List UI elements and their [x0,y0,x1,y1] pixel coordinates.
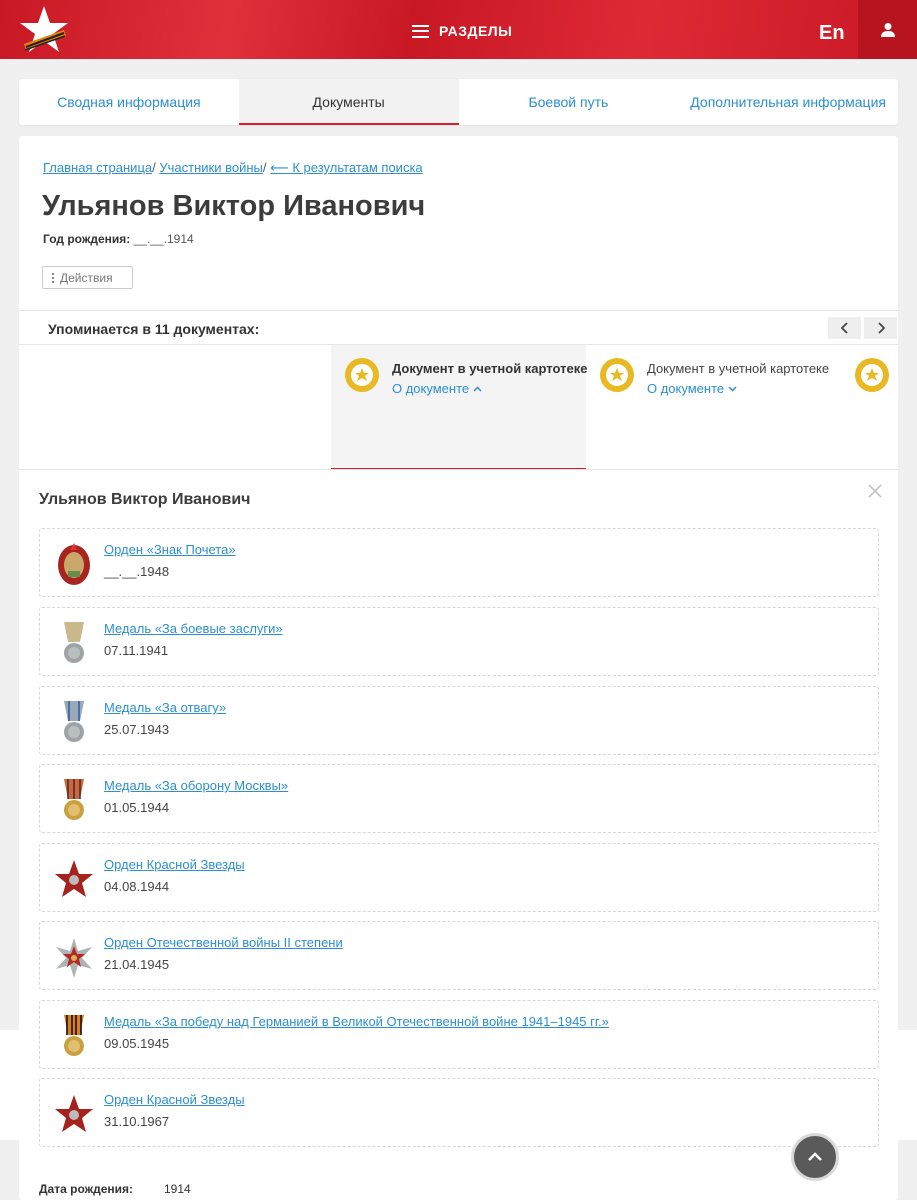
award-date: 09.05.1945 [104,1036,170,1051]
award-item: Медаль «За боевые заслуги» 07.11.1941 [39,607,879,676]
star-medal-icon [855,358,889,392]
award-item: Медаль «За оборону Москвы» 01.05.1944 [39,764,879,833]
star-medal-icon [600,358,634,392]
sections-menu-label: РАЗДЕЛЫ [439,23,513,39]
award-date: 21.04.1945 [104,957,170,972]
award-item: Медаль «За отвагу» 25.07.1943 [39,686,879,755]
back-to-results-link[interactable]: ⟵ К результатам поиска [270,160,423,175]
actions-label: Действия [60,270,113,285]
birth-date-label: Дата рождения: [39,1182,134,1196]
section-tabs: Сводная информация Документы Боевой путь… [19,79,898,125]
star-medal-icon [345,358,379,392]
user-icon [880,22,895,37]
prev-documents-button[interactable] [828,317,861,339]
award-title-link[interactable]: Орден Отечественной войны II степени [104,935,343,950]
combat-merit-medal-icon [64,622,84,663]
chevron-down-icon [728,385,737,392]
language-switch[interactable]: En [819,22,845,45]
birth-year-label: Год рождения: [43,232,131,246]
birth-year-value: __.__.1914 [133,232,194,246]
award-title-link[interactable]: Медаль «За оборону Москвы» [104,778,288,793]
sections-menu-button[interactable]: РАЗДЕЛЫ [412,20,512,42]
document-card-partial[interactable] [841,345,898,469]
about-document-label: О документе [392,381,470,396]
award-item: Медаль «За победу над Германией в Велико… [39,1000,879,1069]
chevron-up-icon [473,385,482,392]
breadcrumb-home-link[interactable]: Главная страница [43,160,152,175]
page-title: Ульянов Виктор Иванович [42,190,426,222]
award-item: Орден Отечественной войны II степени 21.… [39,921,879,990]
award-title-link[interactable]: Медаль «За отвагу» [104,700,226,715]
document-card-title: Документ в учетной картотеке [647,361,830,376]
tab-additional-info[interactable]: Дополнительная информация [678,79,898,125]
award-date: 01.05.1944 [104,800,170,815]
tab-summary[interactable]: Сводная информация [19,79,239,125]
document-card[interactable]: Документ в учетной картотеке О документе [331,345,588,469]
hamburger-icon [412,24,429,38]
document-detail-name: Ульянов Виктор Иванович [39,491,251,508]
more-vertical-icon [52,272,54,283]
breadcrumb: Главная страница/ Участники войны/ ⟵ К р… [43,160,423,175]
birth-year: Год рождения: __.__.1914 [43,232,194,246]
chevron-left-icon [840,322,848,334]
documents-carousel: Документ в учетной картотеке О документе… [19,345,898,470]
award-title-link[interactable]: Медаль «За боевые заслуги» [104,621,283,636]
award-item: Орден Красной Звезды 31.10.1967 [39,1078,879,1147]
about-document-link[interactable]: О документе [392,381,482,396]
main-card: Главная страница/ Участники войны/ ⟵ К р… [19,136,898,1200]
actions-button[interactable]: Действия [42,266,133,289]
chevron-up-icon [808,1152,822,1161]
documents-bar: Упоминается в 11 документах: [19,310,898,345]
chevron-right-icon [877,322,885,334]
next-documents-button[interactable] [864,317,897,339]
close-icon[interactable] [868,484,882,498]
moscow-defense-medal-icon [64,779,84,820]
site-header: РАЗДЕЛЫ En [0,0,917,59]
tab-combat-path[interactable]: Боевой путь [459,79,679,125]
red-star-order-icon [55,860,93,897]
award-date: __.__.1948 [104,564,170,579]
about-document-link[interactable]: О документе [647,381,737,396]
birth-date-value: 1914 [164,1182,191,1196]
award-item: Орден «Знак Почета» __.__.1948 [39,528,879,597]
document-card[interactable]: Документ в учетной картотеке О документе [586,345,841,469]
award-date: 04.08.1944 [104,879,170,894]
tab-documents[interactable]: Документы [238,79,459,125]
badge-of-honor-icon [58,543,90,585]
award-title-link[interactable]: Орден Красной Звезды [104,857,245,872]
award-title-link[interactable]: Орден Красной Звезды [104,1092,245,1107]
victory-medal-icon [64,1015,84,1056]
award-date: 25.07.1943 [104,722,170,737]
award-date: 31.10.1967 [104,1114,170,1129]
about-document-label: О документе [647,381,725,396]
award-item: Орден Красной Звезды 04.08.1944 [39,843,879,912]
red-star-order-icon [55,1095,93,1132]
scroll-to-top-button[interactable] [791,1133,839,1181]
documents-count-title: Упоминается в 11 документах: [48,321,260,337]
award-title-link[interactable]: Орден «Знак Почета» [104,542,236,557]
breadcrumb-participants-link[interactable]: Участники войны [159,160,263,175]
site-logo-icon[interactable] [16,4,72,56]
award-date: 07.11.1941 [104,643,169,658]
courage-medal-icon [64,701,84,742]
patriotic-war-order-icon [56,938,92,978]
user-account-button[interactable] [858,0,917,59]
document-card-title: Документ в учетной картотеке [392,361,588,376]
award-title-link[interactable]: Медаль «За победу над Германией в Велико… [104,1014,609,1029]
